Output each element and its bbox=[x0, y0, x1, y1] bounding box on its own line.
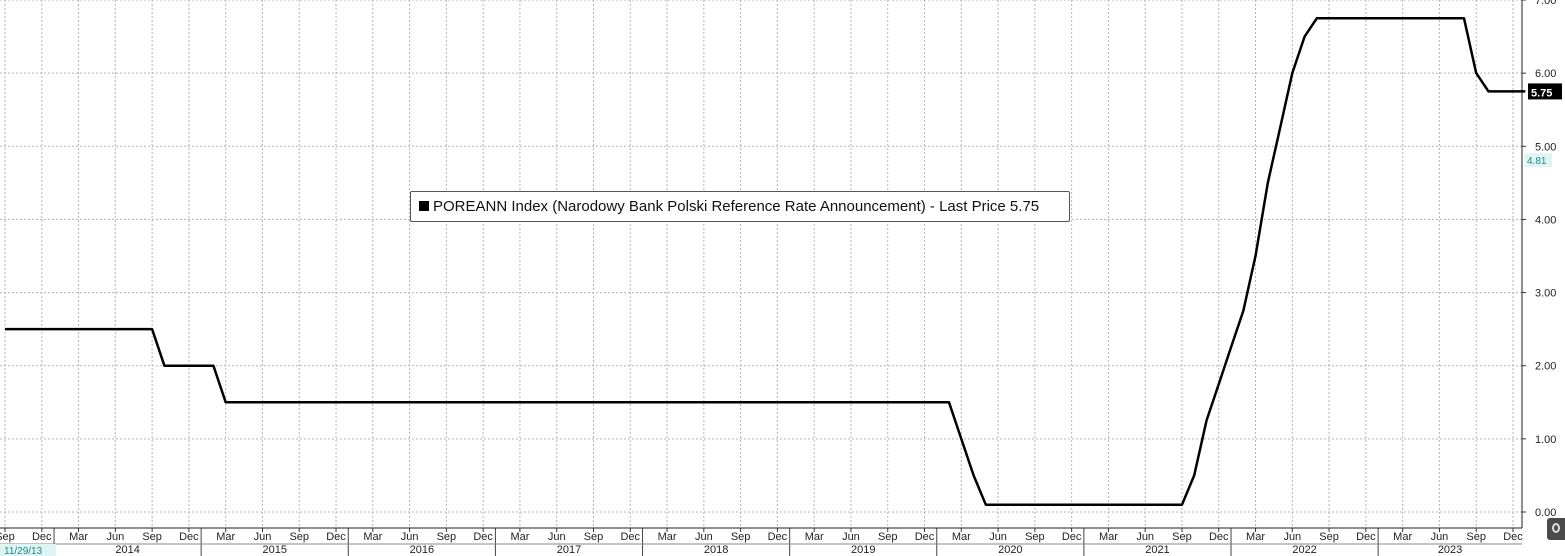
secondary-marker-label: 4.81 bbox=[1527, 156, 1547, 167]
x-year-label: 2023 bbox=[1438, 544, 1462, 556]
x-month-label: Sep bbox=[1025, 531, 1045, 543]
x-month-label: Jun bbox=[1283, 531, 1301, 543]
x-month-label: Mar bbox=[1246, 531, 1265, 543]
x-month-label: Dec bbox=[1209, 531, 1229, 543]
x-month-label: Mar bbox=[510, 531, 529, 543]
x-year-label: 2020 bbox=[998, 544, 1022, 556]
y-tick-label: 3.00 bbox=[1535, 288, 1556, 300]
x-year-label: 2016 bbox=[410, 544, 434, 556]
x-year-label: 2015 bbox=[262, 544, 286, 556]
x-month-label: Sep bbox=[584, 531, 604, 543]
x-month-label: Dec bbox=[768, 531, 788, 543]
x-month-label: Dec bbox=[473, 531, 493, 543]
labels: 0.001.002.003.004.005.006.007.00SepDecMa… bbox=[0, 0, 1562, 556]
x-month-label: Sep bbox=[878, 531, 898, 543]
x-month-label: Jun bbox=[842, 531, 860, 543]
x-month-label: Mar bbox=[658, 531, 677, 543]
start-date-label: 11/29/13 bbox=[4, 546, 43, 556]
y-tick-label: 4.00 bbox=[1535, 214, 1556, 226]
x-year-label: 2022 bbox=[1292, 544, 1316, 556]
x-month-label: Sep bbox=[731, 531, 751, 543]
x-month-label: Jun bbox=[1136, 531, 1154, 543]
legend-text: POREANN Index (Narodowy Bank Polski Refe… bbox=[433, 198, 1040, 215]
chart-legend: POREANN Index (Narodowy Bank Polski Refe… bbox=[410, 191, 1070, 222]
x-month-label: Dec bbox=[179, 531, 199, 543]
x-month-label: Sep bbox=[142, 531, 162, 543]
rate-chart: 0.001.002.003.004.005.006.007.00SepDecMa… bbox=[0, 0, 1562, 556]
x-month-label: Jun bbox=[401, 531, 419, 543]
x-month-label: Sep bbox=[289, 531, 309, 543]
x-year-label: 2017 bbox=[557, 544, 581, 556]
x-month-label: Mar bbox=[1099, 531, 1118, 543]
grid bbox=[0, 0, 1522, 528]
x-month-label: Sep bbox=[1466, 531, 1486, 543]
x-month-label: Dec bbox=[620, 531, 640, 543]
x-month-label: Dec bbox=[1062, 531, 1082, 543]
bloomberg-logo-icon bbox=[1547, 518, 1565, 540]
x-year-label: 2018 bbox=[704, 544, 728, 556]
y-tick-label: 7.00 bbox=[1535, 0, 1556, 7]
x-month-label: Mar bbox=[952, 531, 971, 543]
series-line-poreann bbox=[5, 17, 1526, 506]
y-tick-label: 2.00 bbox=[1535, 361, 1556, 373]
x-month-label: Sep bbox=[437, 531, 457, 543]
x-year-label: 2014 bbox=[115, 544, 139, 556]
x-month-label: Mar bbox=[216, 531, 235, 543]
x-month-label: Dec bbox=[1356, 531, 1376, 543]
x-month-label: Mar bbox=[69, 531, 88, 543]
x-month-label: Sep bbox=[0, 531, 15, 543]
x-month-label: Sep bbox=[1172, 531, 1192, 543]
x-month-label: Sep bbox=[1319, 531, 1339, 543]
x-month-label: Jun bbox=[106, 531, 124, 543]
x-year-label: 2021 bbox=[1145, 544, 1169, 556]
x-month-label: Dec bbox=[32, 531, 52, 543]
x-month-label: Jun bbox=[989, 531, 1007, 543]
x-month-label: Dec bbox=[915, 531, 935, 543]
x-month-label: Jun bbox=[548, 531, 566, 543]
x-year-label: 2019 bbox=[851, 544, 875, 556]
x-month-label: Jun bbox=[1431, 531, 1449, 543]
x-month-label: Jun bbox=[254, 531, 272, 543]
axes bbox=[0, 0, 1526, 556]
x-month-label: Mar bbox=[805, 531, 824, 543]
x-month-label: Mar bbox=[1393, 531, 1412, 543]
last-price-label: 5.75 bbox=[1531, 87, 1552, 99]
x-month-label: Jun bbox=[695, 531, 713, 543]
legend-swatch bbox=[419, 201, 429, 211]
y-tick-label: 1.00 bbox=[1535, 434, 1556, 446]
x-month-label: Mar bbox=[363, 531, 382, 543]
y-tick-label: 5.00 bbox=[1535, 141, 1556, 153]
y-tick-label: 6.00 bbox=[1535, 68, 1556, 80]
series-layer bbox=[5, 17, 1526, 506]
x-month-label: Dec bbox=[326, 531, 346, 543]
x-month-label: Dec bbox=[1503, 531, 1523, 543]
